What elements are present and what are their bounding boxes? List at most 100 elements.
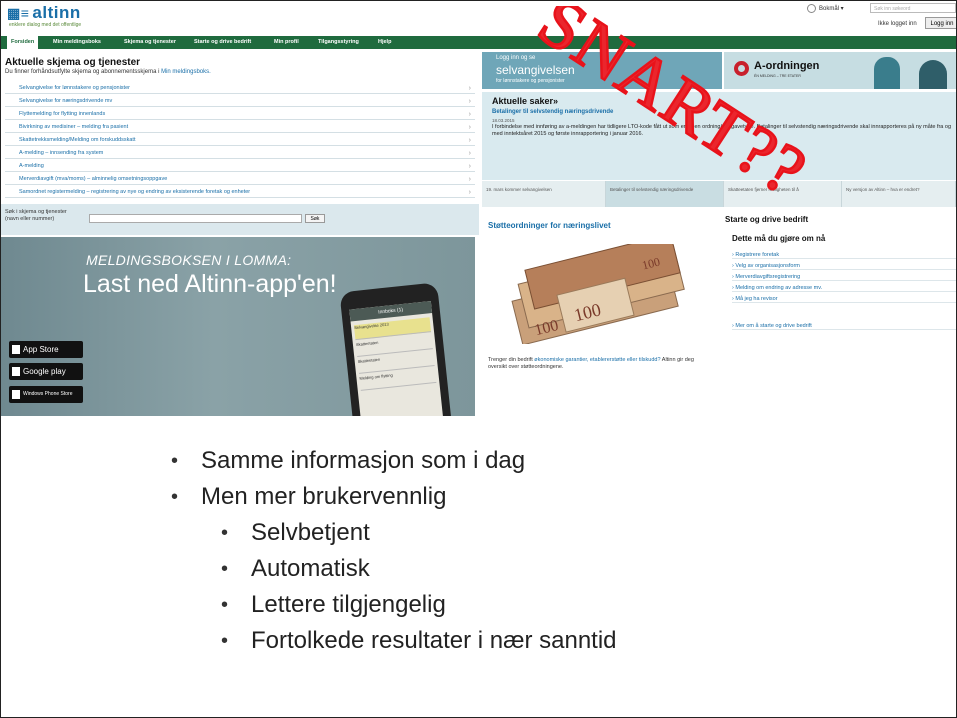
starte-link[interactable]: › Merverdiavgiftsregistrering (732, 274, 956, 281)
search-label-line1: Søk i skjema og tjenester (5, 209, 67, 215)
bullet-level2: Automatisk (221, 551, 617, 587)
a-ordningen-name: A-ordningen (754, 60, 820, 72)
service-label: Flyttemelding for flytting innenlands (19, 111, 106, 117)
badge-label: App Store (23, 345, 59, 354)
meldingsboks-link[interactable]: Min meldingsboks. (161, 69, 211, 75)
badge-label: Google play (23, 367, 66, 376)
service-link[interactable]: Bivirkning av medisiner – melding fra pa… (5, 122, 475, 133)
language-label: Bokmål (819, 6, 840, 13)
starte-more-link[interactable]: › Mer om å starte og drive bedrift (732, 323, 956, 330)
starte-link-label: Må jeg ha revisor (735, 296, 778, 302)
banner-line-b: selvangivelsen (496, 63, 575, 77)
note-text: Trenger din bedrift (488, 357, 533, 363)
service-label: Bivirkning av medisiner – melding fra pa… (19, 124, 129, 130)
service-link[interactable]: A-melding › (5, 161, 475, 172)
news-tab[interactable]: 19. mars kommer selvangivelsen (482, 181, 606, 207)
nav-starte-drive[interactable]: Starte og drive bedrift (194, 36, 251, 49)
service-link[interactable]: Flyttemelding for flytting innenlands › (5, 109, 475, 120)
selvangivelse-banner[interactable]: Logg inn og se selvangivelsen for lønnst… (482, 52, 722, 89)
logo-text: altinn (32, 3, 81, 22)
login-button[interactable]: Logg inn (925, 17, 956, 29)
app-store-badge[interactable]: App Store (9, 341, 83, 358)
bullet-level2: Selvbetjent (221, 515, 617, 551)
chevron-right-icon: › (468, 137, 471, 144)
bullet-level1: Men mer brukervennlig (171, 479, 617, 515)
service-link[interactable]: Selvangivelse for lønnstakere og pensjon… (5, 83, 475, 94)
services-title: Aktuelle skjema og tjenester (5, 57, 141, 68)
service-link[interactable]: Samordnet registermelding – registrering… (5, 187, 475, 198)
starte-more-label: Mer om å starte og drive bedrift (735, 323, 812, 329)
apple-icon (12, 345, 20, 354)
service-link[interactable]: Merverdiavgift (mva/moms) – alminnelig o… (5, 174, 475, 185)
promo-line2: Last ned Altinn-app'en! (83, 270, 337, 298)
starte-link[interactable]: › Velg av organisasjonsform (732, 263, 956, 270)
nav-tilgangsstyring[interactable]: Tilgangsstyring (318, 36, 359, 49)
services-subtitle: Du finner forhåndsutfylte skjema og abon… (5, 69, 211, 75)
starte-subtitle: Dette må du gjøre om nå (732, 234, 826, 243)
starte-link[interactable]: › Må jeg ha revisor (732, 296, 956, 303)
service-label: A-melding – innsending fra system (19, 150, 104, 156)
news-tab[interactable]: Ny versjon av Altinn – hva er endret? (842, 181, 956, 207)
altinn-logo[interactable]: ▦≡ altinn (7, 3, 81, 23)
language-select[interactable]: Bokmål ▾ (807, 4, 844, 13)
bullet-level2: Fortolkede resultater i nær sanntid (221, 623, 616, 659)
news-panel: Aktuelle saker» Betalinger til selvstend… (482, 92, 956, 180)
news-date: 18.03.2015 (492, 118, 515, 123)
a-ordningen-banner[interactable]: A-ordningen ÉN MELDING – TRE ETATER (724, 52, 956, 89)
stotte-note: Trenger din bedrift økonomiske garantier… (488, 357, 713, 371)
nav-profil[interactable]: Min profil (274, 36, 299, 49)
service-label: Selvangivelse for lønnstakere og pensjon… (19, 85, 130, 91)
globe-icon (807, 4, 816, 13)
news-text: I forbindelse med innføring av a-melding… (492, 124, 952, 137)
google-play-badge[interactable]: Google play (9, 363, 83, 380)
banner-line-a: Logg inn og se (496, 55, 536, 61)
app-promo-banner[interactable]: MELDINGSBOKSEN I LOMMA: Last ned Altinn-… (1, 237, 475, 416)
search-label: Søk i skjema og tjenester (navn eller num… (5, 209, 67, 223)
nav-meldingsboks[interactable]: Min meldingsboks (53, 36, 101, 49)
service-search-button[interactable]: Søk (305, 214, 325, 223)
nav-skjema[interactable]: Skjema og tjenester (124, 36, 176, 49)
news-tab[interactable]: Betalinger til selvstendig næringsdriven… (606, 181, 724, 207)
windows-icon (12, 390, 20, 399)
site-header: ▦≡ altinn enklere dialog med det offentli… (1, 1, 956, 33)
stotte-title[interactable]: Støtteordninger for næringslivet (488, 221, 611, 230)
main-nav: Forsiden Min meldingsboks Skjema og tjen… (1, 36, 956, 49)
service-label: Selvangivelse for næringsdrivende mv (19, 98, 113, 104)
phone-screen: Innboks (1) Selvangivelse 2013 Skatteeta… (349, 301, 444, 416)
chevron-right-icon: › (468, 163, 471, 170)
news-tab[interactable]: Skatteetaten fjerner muligheten til å (724, 181, 842, 207)
windows-store-badge[interactable]: Windows Phone Store (9, 386, 83, 403)
tagline: enklere dialog med det offentlige (9, 22, 82, 28)
a-ordningen-logo-icon (734, 61, 749, 76)
starte-title[interactable]: Starte og drive bedrift (725, 215, 808, 224)
service-label: Merverdiavgift (mva/moms) – alminnelig o… (19, 176, 168, 182)
news-title[interactable]: Betalinger til selvstendig næringsdriven… (492, 109, 613, 115)
chevron-right-icon: › (468, 85, 471, 92)
subtitle-text: Du finner forhåndsutfylte skjema og abon… (5, 69, 160, 75)
news-tabs: 19. mars kommer selvangivelsen Betalinge… (482, 181, 956, 207)
service-search-input[interactable] (89, 214, 302, 223)
person-illustration (919, 60, 947, 89)
starte-link[interactable]: › Registrere foretak (732, 252, 956, 259)
header-search-input[interactable]: Søk inn søkeord (870, 3, 956, 13)
logo-grid-icon: ▦≡ (7, 5, 30, 21)
chevron-right-icon: › (468, 111, 471, 118)
person-illustration (874, 57, 900, 89)
bullet-level2: Lettere tilgjengelig (221, 587, 617, 623)
nav-hjelp[interactable]: Hjelp (378, 36, 391, 49)
slide-bullets: Samme informasjon som i dag Men mer bruk… (171, 443, 617, 659)
chevron-right-icon: › (468, 98, 471, 105)
starte-link[interactable]: › Melding om endring av adresse mv. (732, 285, 956, 292)
nav-forsiden[interactable]: Forsiden (7, 36, 39, 49)
chevron-right-icon: › (468, 189, 471, 196)
note-link[interactable]: økonomiske garantier, etablererstøtte el… (534, 357, 660, 363)
starte-link-label: Merverdiavgiftsregistrering (735, 274, 801, 280)
service-link[interactable]: Skattetrekksmelding/Melding om forskudds… (5, 135, 475, 146)
starte-link-label: Velg av organisasjonsform (735, 263, 800, 269)
service-link[interactable]: A-melding – innsending fra system › (5, 148, 475, 159)
news-heading[interactable]: Aktuelle saker» (492, 96, 558, 106)
badge-label: Windows Phone Store (23, 391, 73, 397)
service-link[interactable]: Selvangivelse for næringsdrivende mv › (5, 96, 475, 107)
login-status: Ikke logget inn (878, 21, 917, 27)
altinn-screenshot: ▦≡ altinn enklere dialog med det offentli… (1, 1, 956, 416)
